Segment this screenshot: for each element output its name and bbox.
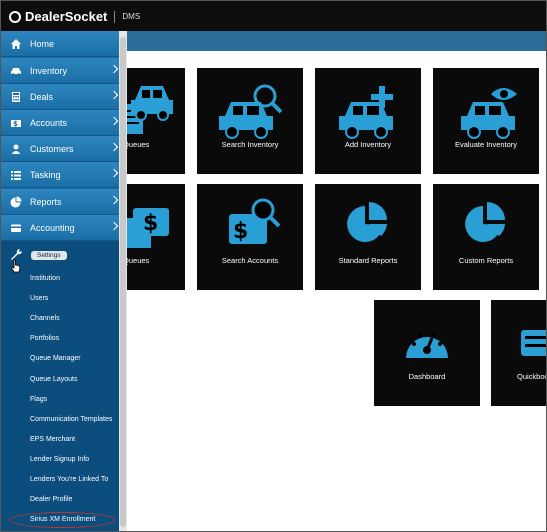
hand-cursor-icon (10, 259, 21, 273)
logo-divider (114, 10, 116, 23)
chevron-right-icon (109, 195, 119, 205)
tile-custom-reports[interactable]: Custom Reports (433, 184, 539, 290)
tile-label: Custom Reports (458, 256, 514, 265)
chevron-right-icon (109, 116, 119, 126)
sidebar-item-label: Accounts (30, 117, 68, 128)
sidebar-item-deals[interactable]: Deals (1, 84, 119, 110)
tile-standard-reports[interactable]: Standard Reports (315, 184, 421, 290)
search-accounts-icon: $ (229, 198, 281, 244)
tile-label: Search Accounts (221, 256, 279, 265)
highlight-oval (9, 512, 115, 528)
sidebar-item-label: Tasking (30, 169, 61, 180)
settings-submenu (1, 241, 119, 531)
sidebar-item-label: Reports (30, 196, 62, 207)
settings-item-users[interactable]: Users (30, 295, 48, 302)
pie-chart-icon (347, 202, 387, 242)
chevron-right-icon (109, 64, 119, 74)
add-car-icon (339, 86, 393, 139)
settings-item-flags[interactable]: Flags (30, 396, 47, 403)
tile-dashboard[interactable]: Dashboard (374, 300, 480, 406)
tile-label: Search Inventory (221, 140, 279, 149)
settings-item-communication-templates[interactable]: Communication Templates (30, 416, 112, 423)
svg-text:$: $ (143, 211, 158, 236)
tile-evaluate-inventory[interactable]: Evaluate Inventory (433, 68, 539, 174)
settings-item-queue-manager[interactable]: Queue Manager (30, 355, 81, 362)
settings-item-portfolios[interactable]: Portfolios (30, 335, 59, 342)
person-icon (11, 144, 21, 154)
svg-text:$: $ (233, 219, 248, 244)
quickbooks-icon (521, 330, 546, 356)
chevron-right-icon (109, 90, 119, 100)
sidebar-item-label: Home (30, 38, 55, 49)
home-icon (11, 38, 21, 49)
pie-chart-icon (465, 202, 505, 242)
dollar-card-icon: $ (11, 119, 21, 128)
brand-product: DMS (122, 12, 141, 21)
tile-label: Add Inventory (344, 140, 392, 149)
sidebar-item-inventory[interactable]: Inventory (1, 58, 119, 84)
sidebar-item-customers[interactable]: Customers (1, 136, 119, 162)
sidebar-item-accounts[interactable]: $ Accounts (1, 110, 119, 136)
chevron-right-icon (109, 142, 119, 152)
logo-mark-icon (9, 10, 21, 23)
app-window: DealerSocket DMS ry Queues Search Invent… (0, 0, 547, 532)
settings-item-channels[interactable]: Channels (30, 315, 60, 322)
tile-quickbooks[interactable]: Quickboo (491, 300, 547, 406)
tile-search-inventory[interactable]: Search Inventory (197, 68, 303, 174)
tile-add-inventory[interactable]: Add Inventory (315, 68, 421, 174)
search-car-icon (219, 84, 283, 139)
calculator-icon (12, 91, 20, 102)
sidebar-scrollbar[interactable] (119, 31, 127, 531)
gauge-icon (406, 334, 448, 358)
settings-item-eps-merchant[interactable]: EPS Merchant (30, 436, 75, 443)
sidebar-item-reports[interactable]: Reports (1, 189, 119, 215)
sidebar-item-label: Inventory (30, 65, 68, 76)
tile-search-accounts[interactable]: $ Search Accounts (197, 184, 303, 290)
list-icon (11, 170, 21, 180)
settings-item-lenders-linked[interactable]: Lenders You're Linked To (30, 476, 108, 483)
svg-text:$: $ (13, 120, 18, 128)
sidebar-item-label: Accounting (30, 222, 75, 233)
dealersocket-logo[interactable]: DealerSocket DMS (9, 9, 140, 24)
sidebar-item-label: Deals (30, 91, 54, 102)
brand-name: DealerSocket (25, 9, 108, 24)
pie-chart-icon (10, 196, 22, 207)
tile-label: Standard Reports (338, 256, 398, 265)
settings-item-dealer-profile[interactable]: Dealer Profile (30, 496, 72, 503)
sidebar-item-label: Customers (30, 143, 74, 154)
settings-item-queue-layouts[interactable]: Queue Layouts (30, 376, 77, 383)
top-bar: DealerSocket DMS (1, 1, 546, 31)
settings-label[interactable]: Settings (31, 251, 67, 260)
credit-card-icon (11, 224, 21, 232)
chevron-right-icon (109, 221, 119, 231)
sidebar-item-home[interactable]: Home (1, 31, 119, 57)
sidebar-item-tasking[interactable]: Tasking (1, 162, 119, 188)
settings-item-institution[interactable]: Institution (30, 275, 60, 282)
evaluate-car-icon (461, 88, 517, 139)
sidebar-item-accounting[interactable]: Accounting (1, 215, 119, 241)
tile-label: Dashboard (408, 372, 446, 381)
settings-item-lender-signup-info[interactable]: Lender Signup Info (30, 456, 89, 463)
tile-label: Quickboo (517, 372, 547, 381)
chevron-right-icon (109, 168, 119, 178)
car-icon (11, 67, 21, 76)
tile-label: Evaluate Inventory (454, 140, 518, 149)
